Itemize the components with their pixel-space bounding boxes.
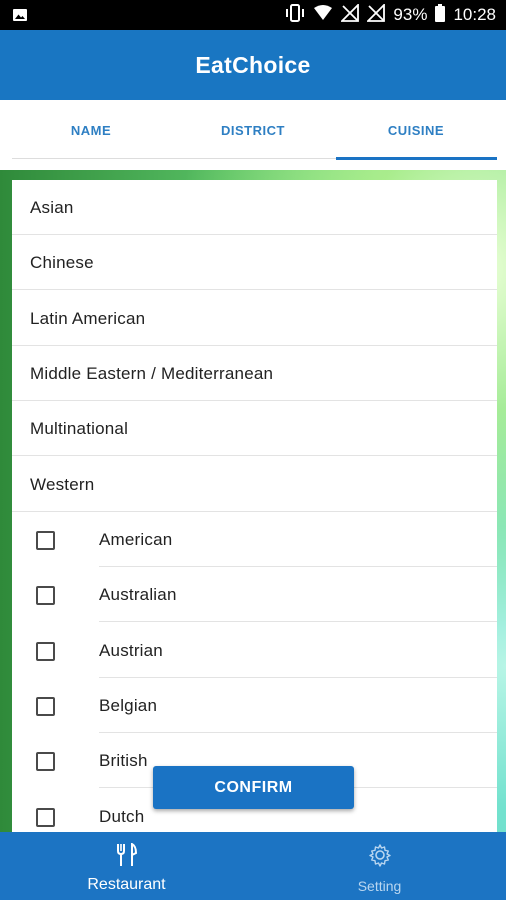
category-label: Chinese [30, 253, 94, 272]
category-label: Western [30, 475, 95, 494]
tab-label: NAME [70, 122, 112, 138]
wifi-icon [313, 4, 333, 26]
category-label: Multinational [30, 419, 129, 438]
nav-restaurant[interactable]: Restaurant [0, 832, 253, 900]
image-icon [12, 7, 28, 23]
nav-setting[interactable]: Setting [253, 832, 506, 900]
nav-label: Restaurant [87, 876, 166, 893]
no-signal-icon [340, 2, 360, 27]
nav-label: Setting [357, 878, 402, 894]
tab-cuisine[interactable]: CUISINE [335, 100, 497, 160]
checkbox[interactable] [36, 531, 55, 550]
checkbox[interactable] [36, 697, 55, 716]
app-bar: EatChoice [0, 30, 506, 100]
option-label: Austrian [99, 641, 163, 660]
category-label: Asian [30, 198, 74, 217]
cuisine-list[interactable]: Asian Chinese Latin American Middle East… [12, 180, 497, 832]
option-row[interactable]: Belgian [12, 678, 497, 733]
checkbox[interactable] [36, 808, 55, 827]
checkbox[interactable] [36, 642, 55, 661]
row-divider [99, 621, 497, 622]
no-signal-icon [366, 2, 386, 27]
option-row[interactable]: American [12, 512, 497, 567]
tab-label: DISTRICT [221, 122, 285, 138]
option-row[interactable]: Austrian [12, 623, 497, 678]
status-bar: 93% 10:28 [0, 0, 506, 30]
tab-name[interactable]: NAME [10, 100, 172, 160]
app-title: EatChoice [195, 51, 311, 78]
option-label: Australian [99, 585, 177, 604]
clock: 10:28 [453, 5, 496, 24]
tab-selected-indicator [336, 157, 497, 160]
category-row[interactable]: Chinese [12, 235, 497, 290]
battery-percent: 93% [393, 5, 428, 24]
category-label: Latin American [30, 309, 146, 328]
confirm-button[interactable]: CONFIRM [153, 766, 354, 809]
option-label: American [99, 530, 173, 549]
category-label: Middle Eastern / Mediterranean [30, 364, 274, 383]
option-label: Dutch [99, 807, 145, 826]
category-row[interactable]: Asian [12, 180, 497, 235]
option-label: British [99, 751, 148, 770]
checkbox[interactable] [36, 586, 55, 605]
vibrate-icon [285, 3, 305, 27]
battery-icon [435, 3, 446, 27]
bottom-nav: Restaurant Setting [0, 832, 506, 900]
gear-icon [368, 843, 392, 872]
category-row[interactable]: Middle Eastern / Mediterranean [12, 346, 497, 401]
fork-knife-icon [116, 842, 138, 872]
checkbox[interactable] [36, 752, 55, 771]
tab-district[interactable]: DISTRICT [172, 100, 334, 160]
tab-label: CUISINE [387, 122, 445, 138]
option-label: Belgian [99, 696, 158, 715]
category-row[interactable]: Latin American [12, 291, 497, 346]
category-row[interactable]: Western [12, 457, 497, 512]
category-row[interactable]: Multinational [12, 401, 497, 456]
option-row[interactable]: Australian [12, 567, 497, 622]
